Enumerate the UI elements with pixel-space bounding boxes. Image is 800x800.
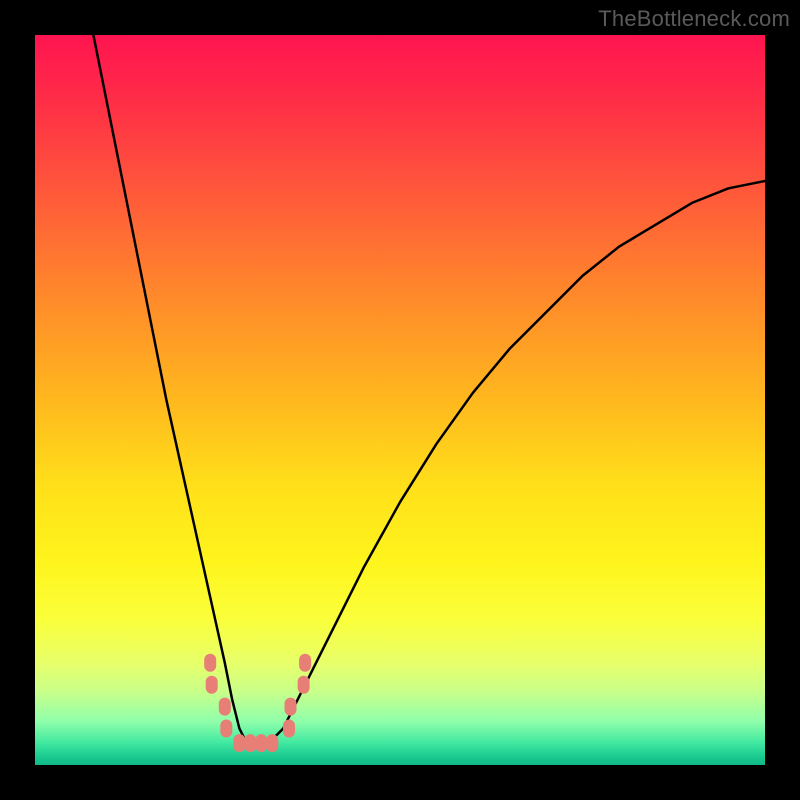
marker-group bbox=[204, 654, 311, 752]
curve-marker bbox=[266, 734, 278, 752]
bottleneck-curve bbox=[93, 35, 765, 743]
curve-marker bbox=[219, 698, 231, 716]
curve-marker bbox=[244, 734, 256, 752]
curve-marker bbox=[285, 698, 297, 716]
curve-marker bbox=[204, 654, 216, 672]
curve-marker bbox=[233, 734, 245, 752]
curve-group bbox=[93, 35, 765, 743]
curve-marker bbox=[220, 720, 232, 738]
watermark-text: TheBottleneck.com bbox=[598, 6, 790, 32]
chart-frame: TheBottleneck.com bbox=[0, 0, 800, 800]
curve-marker bbox=[299, 654, 311, 672]
curve-marker bbox=[206, 676, 218, 694]
plot-area bbox=[35, 35, 765, 765]
bottleneck-chart-svg bbox=[35, 35, 765, 765]
curve-marker bbox=[283, 720, 295, 738]
curve-marker bbox=[255, 734, 267, 752]
curve-marker bbox=[298, 676, 310, 694]
